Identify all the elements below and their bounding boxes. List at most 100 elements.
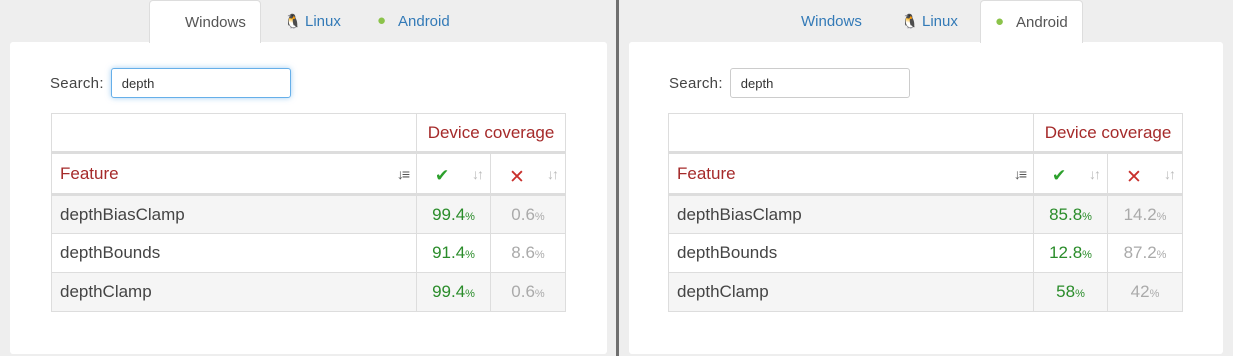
percent-sign: %: [534, 288, 545, 300]
percent-sign: %: [1149, 288, 1160, 300]
tab-label: Windows: [185, 13, 246, 31]
percent-sign: %: [1082, 249, 1092, 261]
tab-android[interactable]: ● Android: [363, 0, 464, 42]
left-pane: Windows 🐧 Linux ● Android Search: Device…: [0, 0, 616, 356]
feature-column-header[interactable]: Feature ↓≡: [51, 151, 417, 196]
windows-logo-icon: [780, 14, 796, 30]
feature-name[interactable]: depthClamp: [668, 272, 1034, 312]
percent-sign: %: [534, 210, 545, 223]
unsupported-column-header[interactable]: ✕ ↓↑: [490, 151, 566, 196]
unsupported-value: 8.6%: [490, 233, 566, 273]
feature-table: Device coverage Feature ↓≡ ✔ ↓↑ ✕ ↓↑ dep…: [51, 113, 566, 312]
supported-value: 99.4%: [416, 194, 491, 234]
supported-value: 99.4%: [416, 272, 491, 312]
supported-value: 85.8%: [1033, 194, 1108, 234]
supported-number: 99.4: [432, 282, 466, 301]
search-input[interactable]: [110, 68, 291, 98]
table-row[interactable]: depthBounds 91.4% 8.6%: [51, 233, 566, 273]
supported-value: 58%: [1033, 272, 1108, 312]
percent-sign: %: [1082, 210, 1092, 223]
android-robot-icon: ●: [377, 12, 387, 29]
sort-icon: ↓↑: [1089, 166, 1101, 182]
tab-windows[interactable]: Windows: [149, 0, 261, 43]
table-row[interactable]: depthBiasClamp 99.4% 0.6%: [51, 194, 566, 234]
checkmark-icon: ✔: [435, 166, 450, 185]
unsupported-value: 42%: [1107, 272, 1183, 312]
feature-name[interactable]: depthBounds: [668, 233, 1034, 273]
tab-linux[interactable]: 🐧 Linux: [270, 0, 355, 42]
supported-number: 58: [1056, 282, 1076, 301]
unsupported-number: 0.6: [511, 204, 535, 224]
percent-sign: %: [465, 210, 475, 223]
unsupported-value: 0.6%: [490, 272, 566, 312]
search-label: Search:: [50, 74, 104, 92]
content-panel: Search: Device coverage Feature ↓≡ ✔ ↓↑ …: [10, 42, 607, 354]
percent-sign: %: [1075, 288, 1085, 300]
percent-sign: %: [1156, 249, 1167, 261]
tab-label: Windows: [801, 12, 862, 30]
percent-sign: %: [465, 288, 475, 300]
search-label: Search:: [669, 74, 723, 92]
checkmark-icon: ✔: [1052, 166, 1067, 185]
sort-desc-icon: ↓≡: [1013, 166, 1027, 182]
supported-number: 99.4: [432, 204, 466, 224]
search-input[interactable]: [729, 68, 910, 98]
search-area: Search:: [50, 68, 291, 98]
linux-tux-icon: 🐧: [901, 13, 919, 29]
unsupported-number: 87.2: [1123, 243, 1157, 262]
header-spacer: [51, 113, 417, 153]
sort-desc-icon: ↓≡: [396, 166, 410, 182]
supported-number: 12.8: [1049, 243, 1083, 262]
tab-label: Android: [398, 12, 450, 30]
supported-column-header[interactable]: ✔ ↓↑: [416, 151, 491, 196]
sort-icon: ↓↑: [472, 166, 484, 182]
tab-android[interactable]: ● Android: [980, 0, 1083, 43]
unsupported-number: 14.2: [1123, 204, 1157, 224]
percent-sign: %: [534, 249, 545, 261]
unsupported-value: 87.2%: [1107, 233, 1183, 273]
supported-column-header[interactable]: ✔ ↓↑: [1033, 151, 1108, 196]
tab-label: Linux: [922, 12, 958, 30]
feature-header-label: Feature: [677, 163, 736, 183]
android-robot-icon: ●: [995, 13, 1005, 30]
feature-column-header[interactable]: Feature ↓≡: [668, 151, 1034, 196]
table-row[interactable]: depthBounds 12.8% 87.2%: [668, 233, 1183, 273]
unsupported-value: 14.2%: [1107, 194, 1183, 234]
sort-icon: ↓↑: [1164, 166, 1176, 182]
table-row[interactable]: depthBiasClamp 85.8% 14.2%: [668, 194, 1183, 234]
supported-number: 85.8: [1049, 204, 1083, 224]
supported-number: 91.4: [432, 243, 466, 262]
coverage-header: Device coverage: [416, 113, 566, 153]
right-pane: Windows 🐧 Linux ● Android Search: Device…: [619, 0, 1233, 356]
feature-name[interactable]: depthBounds: [51, 233, 417, 273]
unsupported-number: 8.6: [511, 243, 535, 262]
windows-logo-icon: [164, 15, 180, 31]
table-row[interactable]: depthClamp 99.4% 0.6%: [51, 272, 566, 312]
percent-sign: %: [1156, 210, 1167, 223]
coverage-header: Device coverage: [1033, 113, 1183, 153]
supported-value: 91.4%: [416, 233, 491, 273]
cross-icon: ✕: [509, 167, 525, 188]
feature-table: Device coverage Feature ↓≡ ✔ ↓↑ ✕ ↓↑ dep…: [668, 113, 1183, 312]
table-row[interactable]: depthClamp 58% 42%: [668, 272, 1183, 312]
feature-name[interactable]: depthBiasClamp: [51, 194, 417, 234]
cross-icon: ✕: [1126, 167, 1142, 188]
tab-linux[interactable]: 🐧 Linux: [887, 0, 972, 42]
tab-label: Linux: [305, 12, 341, 30]
search-area: Search:: [669, 68, 910, 98]
feature-name[interactable]: depthBiasClamp: [668, 194, 1034, 234]
header-spacer: [668, 113, 1034, 153]
feature-name[interactable]: depthClamp: [51, 272, 417, 312]
feature-header-label: Feature: [60, 163, 119, 183]
linux-tux-icon: 🐧: [284, 13, 302, 29]
unsupported-number: 42: [1130, 282, 1150, 301]
tab-windows[interactable]: Windows: [766, 0, 876, 42]
content-panel: Search: Device coverage Feature ↓≡ ✔ ↓↑ …: [629, 42, 1223, 354]
percent-sign: %: [465, 249, 475, 261]
supported-value: 12.8%: [1033, 233, 1108, 273]
unsupported-column-header[interactable]: ✕ ↓↑: [1107, 151, 1183, 196]
unsupported-value: 0.6%: [490, 194, 566, 234]
tab-label: Android: [1016, 13, 1068, 31]
sort-icon: ↓↑: [547, 166, 559, 182]
unsupported-number: 0.6: [511, 282, 535, 301]
